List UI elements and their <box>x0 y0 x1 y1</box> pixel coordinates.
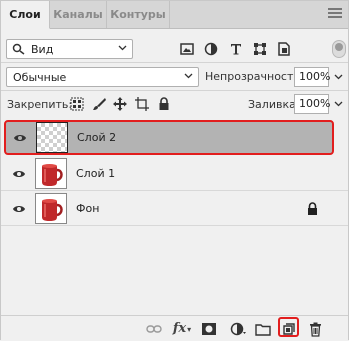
divider <box>1 90 348 91</box>
fill-input[interactable]: 100% <box>294 94 330 114</box>
new-adjustment-layer-icon[interactable] <box>230 321 246 337</box>
opacity-label: Непрозрачность: <box>205 70 304 83</box>
red-cup-image <box>36 194 66 223</box>
tab-layers[interactable]: Слои <box>1 1 50 29</box>
layer-row-layer1[interactable]: Слой 1 <box>1 156 348 191</box>
opacity-dropdown[interactable] <box>331 67 345 87</box>
lock-all-icon[interactable] <box>156 96 172 112</box>
layer-thumbnail <box>35 193 67 224</box>
chevron-down-icon <box>118 45 127 51</box>
panel-tab-bar: Слои Каналы Контуры <box>1 1 348 29</box>
blend-mode-label: Обычные <box>13 71 67 84</box>
fill-label: Заливка: <box>248 98 300 111</box>
lock-position-icon[interactable] <box>112 96 128 112</box>
type-filter-icon[interactable] <box>228 41 244 57</box>
chevron-down-icon <box>184 73 193 79</box>
lock-artboard-icon[interactable] <box>134 96 150 112</box>
eye-icon[interactable] <box>12 169 26 179</box>
add-mask-icon[interactable] <box>201 321 217 337</box>
lock-icon <box>308 202 317 215</box>
image-filter-icon[interactable] <box>179 41 195 57</box>
search-icon <box>12 43 25 55</box>
layer-thumbnail <box>35 158 67 189</box>
layer-name[interactable]: Слой 2 <box>77 131 116 144</box>
layer-row-layer2[interactable]: Слой 2 <box>4 120 334 155</box>
layer-row-background[interactable]: Фон <box>1 191 348 226</box>
opacity-input[interactable]: 100% <box>294 67 330 87</box>
lock-label: Закрепить: <box>7 98 73 111</box>
blend-mode-select[interactable]: Обычные <box>6 67 199 87</box>
smart-object-filter-icon[interactable] <box>276 41 292 57</box>
layers-panel: Слои Каналы Контуры Вид Обычные Непрозра… <box>0 0 349 341</box>
tab-paths[interactable]: Контуры <box>107 1 170 28</box>
eye-icon[interactable] <box>13 133 27 143</box>
chevron-down-icon <box>334 74 342 80</box>
new-layer-highlight <box>278 317 299 337</box>
eye-icon[interactable] <box>12 204 26 214</box>
divider <box>1 62 348 63</box>
link-layers-icon[interactable] <box>146 321 162 337</box>
chevron-down-icon <box>334 101 342 107</box>
layer-name[interactable]: Фон <box>76 202 99 215</box>
delete-layer-trash-icon[interactable] <box>307 321 323 337</box>
filter-kind-label: Вид <box>31 43 54 56</box>
layer-name[interactable]: Слой 1 <box>76 167 115 180</box>
new-group-folder-icon[interactable] <box>255 321 271 337</box>
lock-transparent-pixels-icon[interactable] <box>69 96 85 112</box>
tab-channels[interactable]: Каналы <box>50 1 107 28</box>
red-cup-image <box>36 159 66 188</box>
layer-thumbnail <box>36 122 68 153</box>
lock-image-pixels-icon[interactable] <box>91 96 107 112</box>
shape-filter-icon[interactable] <box>252 41 268 57</box>
panel-menu-icon[interactable] <box>328 8 342 22</box>
layers-list: Слой 2 Слой 1 Фон <box>1 119 348 315</box>
adjustment-filter-icon[interactable] <box>203 41 219 57</box>
fill-dropdown[interactable] <box>331 94 345 114</box>
filter-kind-select[interactable]: Вид <box>6 39 133 59</box>
filter-toggle-switch[interactable] <box>332 40 346 58</box>
layer-style-fx-icon[interactable]: fx ▾ <box>173 321 191 337</box>
